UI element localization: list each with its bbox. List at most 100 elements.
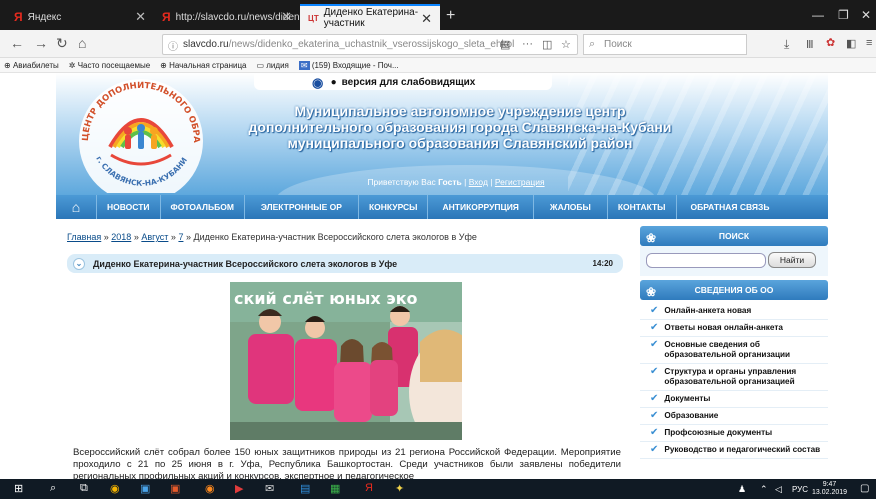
minimize-icon[interactable]: — <box>812 8 824 22</box>
firefox-icon[interactable]: ◉ <box>205 482 215 495</box>
reload-icon[interactable]: ↻ <box>56 35 68 52</box>
sidebar-item[interactable]: ✔ Документы <box>640 391 828 408</box>
mail-icon: ✉ <box>298 60 310 70</box>
article-header: ⌄ Диденко Екатерина-участник Всероссийск… <box>67 254 623 273</box>
notification-icon[interactable]: ▢ <box>860 483 869 494</box>
clock-time: 9:47 <box>822 481 837 488</box>
page-actions-icon[interactable]: ··· <box>522 38 533 50</box>
check-icon: ✔ <box>650 366 659 377</box>
accessibility-version-link[interactable]: ◉ ● версия для слабовидящих <box>254 74 552 90</box>
menu-item-news[interactable]: НОВОСТИ <box>96 195 160 219</box>
menu-icon[interactable]: ≡ <box>866 37 872 49</box>
separator: » <box>168 232 179 242</box>
bookmark-label: Начальная страница <box>169 60 247 70</box>
search-panel-header: ❀ ПОИСК <box>640 226 828 246</box>
check-icon: ✔ <box>650 322 659 333</box>
home-icon[interactable]: ⌂ <box>56 199 96 215</box>
close-icon[interactable]: ✕ <box>281 9 292 25</box>
bookmark-item[interactable]: ✉ (159) Входящие - Поч... <box>298 60 399 70</box>
tab-yandex[interactable]: Я Яндекс ✕ <box>6 4 154 30</box>
separator: » <box>101 232 112 242</box>
app-icon[interactable]: ▦ <box>330 482 340 495</box>
check-icon: ✔ <box>650 427 659 438</box>
search-button[interactable]: Найти <box>768 252 816 268</box>
search-panel-title: ПОИСК <box>718 231 750 241</box>
menu-item-complaints[interactable]: ЖАЛОБЫ <box>532 195 607 219</box>
close-icon[interactable]: ✕ <box>135 9 146 25</box>
menu-item-contests[interactable]: КОНКУРСЫ <box>357 195 428 219</box>
sidebar-item-label: Ответы новая онлайн-анкета <box>664 323 783 332</box>
tab-slavcdo-news[interactable]: Я http://slavcdo.ru/news/didenk ✕ <box>154 4 305 30</box>
chrome-icon[interactable]: ◉ <box>110 482 120 495</box>
menu-item-electronic-resources[interactable]: ЭЛЕКТРОННЫЕ ОР <box>243 195 358 219</box>
reader-view-icon[interactable]: ▤ <box>500 38 510 51</box>
breadcrumb-link[interactable]: Август <box>141 232 168 242</box>
app-icon[interactable]: ▶ <box>235 482 243 495</box>
sidebar-item[interactable]: ✔ Онлайн-анкета новая <box>640 300 828 320</box>
sidebar-search-input[interactable] <box>646 253 766 268</box>
search-input[interactable]: ⌕ Поиск <box>583 34 747 55</box>
breadcrumb-link[interactable]: Главная <box>67 232 101 242</box>
search-icon[interactable]: ⌕ <box>50 482 56 495</box>
tab-article[interactable]: ЦТ Диденко Екатерина-участник ✕ <box>300 4 440 30</box>
maximize-icon[interactable]: ❐ <box>838 8 849 22</box>
chevron-up-icon[interactable]: ⌃ <box>760 484 768 495</box>
app-icon[interactable]: ▣ <box>140 482 150 495</box>
download-icon[interactable]: ⤓ <box>784 37 789 52</box>
library-icon[interactable]: Ⅲ <box>806 38 814 51</box>
task-view-icon[interactable]: ⧉ <box>80 482 88 495</box>
new-tab-button[interactable]: + <box>446 7 455 25</box>
check-icon: ✔ <box>650 305 659 316</box>
register-link[interactable]: Регистрация <box>495 177 545 187</box>
bookmark-item[interactable]: ⊕ Начальная страница <box>160 61 246 70</box>
bookmarks-bar: ⊕ Авиабилеты ✲ Часто посещаемые ⊕ Началь… <box>0 58 876 73</box>
app-icon[interactable]: ▣ <box>170 482 180 495</box>
menu-item-feedback[interactable]: ОБРАТНАЯ СВЯЗЬ <box>675 195 784 219</box>
sidebar-item[interactable]: ✔ Профсоюзные документы <box>640 425 828 442</box>
bookmark-star-icon[interactable]: ☆ <box>561 38 571 51</box>
system-clock[interactable]: 9:47 13.02.2019 <box>812 481 847 497</box>
menu-item-photoalbum[interactable]: ФОТОАЛЬБОМ <box>159 195 244 219</box>
app-icon[interactable]: ▤ <box>300 482 310 495</box>
info-panel-header: ❀ СВЕДЕНИЯ ОБ ОО <box>640 280 828 300</box>
bookmark-item[interactable]: ⊕ Авиабилеты <box>4 61 59 70</box>
forward-icon[interactable]: → <box>34 35 48 51</box>
pocket-icon[interactable]: ◫ <box>542 38 552 51</box>
menu-item-anticorruption[interactable]: АНТИКОРРУПЦИЯ <box>427 195 532 219</box>
windows-start-icon[interactable]: ⊞ <box>14 482 23 495</box>
sidebar-item[interactable]: ✔ Основные сведения об образовательной ор… <box>640 337 828 364</box>
window-close-icon[interactable]: ✕ <box>861 8 871 22</box>
sidebar-item[interactable]: ✔ Руководство и педагогический состав <box>640 442 828 459</box>
bookmark-item[interactable]: ▭ лидия <box>256 61 288 70</box>
volume-icon[interactable]: ◁ <box>775 484 782 495</box>
address-bar[interactable]: ⓘ slavcdo.ru/news/didenko_ekaterina_ucha… <box>162 34 578 55</box>
sidebar-icon[interactable]: ◧ <box>846 37 856 50</box>
language-indicator[interactable]: РУС <box>792 485 808 494</box>
check-icon: ✔ <box>650 393 659 404</box>
username: Гость <box>438 177 462 187</box>
separator: » <box>131 232 142 242</box>
people-icon[interactable]: ♟ <box>738 484 746 495</box>
eye-icon: ● <box>330 76 337 88</box>
sidebar-item-label: Профсоюзные документы <box>664 428 773 437</box>
close-icon[interactable]: ✕ <box>421 11 432 27</box>
mail-icon[interactable]: ✉ <box>265 482 274 495</box>
tab-label: Яндекс <box>27 11 62 23</box>
bookmark-item[interactable]: ✲ Часто посещаемые <box>69 61 150 70</box>
menu-item-contacts[interactable]: КОНТАКТЫ <box>606 195 676 219</box>
breadcrumb-link[interactable]: 2018 <box>111 232 131 242</box>
chevron-down-icon[interactable]: ⌄ <box>73 257 85 270</box>
app-icon[interactable]: ✦ <box>395 482 404 495</box>
sidebar-item[interactable]: ✔ Структура и органы управления образоват… <box>640 364 828 391</box>
back-icon[interactable]: ← <box>10 35 24 51</box>
home-icon[interactable]: ⌂ <box>78 35 86 51</box>
extension-icon[interactable]: ✿ <box>826 36 835 49</box>
login-link[interactable]: Вход <box>469 177 488 187</box>
sidebar-item[interactable]: ✔ Образование <box>640 408 828 425</box>
sidebar-item-label: Руководство и педагогический состав <box>664 445 821 454</box>
sidebar-item-label: Основные сведения об образовательной орг… <box>664 340 791 359</box>
yandex-icon[interactable]: Я <box>365 482 373 494</box>
bookmark-label: Авиабилеты <box>12 60 59 70</box>
accessibility-label: версия для слабовидящих <box>341 76 476 88</box>
sidebar-item[interactable]: ✔ Ответы новая онлайн-анкета <box>640 320 828 337</box>
